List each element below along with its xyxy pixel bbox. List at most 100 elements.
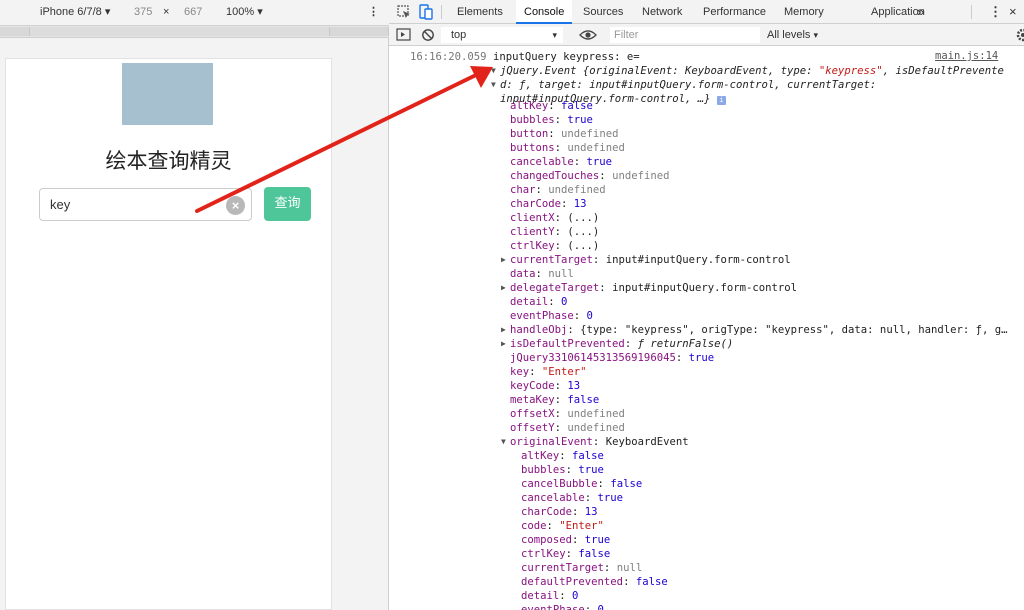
property-key: keyCode [510,380,555,392]
console-toolbar: top ▾ Filter All levels ▾ [389,24,1024,46]
property-separator: : [561,198,574,210]
query-input[interactable]: key [39,188,252,221]
tab-memory[interactable]: Memory [779,0,829,24]
more-options-icon[interactable]: ⋮ [368,0,379,25]
clear-icon[interactable]: × [226,196,245,215]
property-value: 0 [586,310,593,322]
tab-elements[interactable]: Elements [451,0,509,24]
property-key: bubbles [521,464,566,476]
property-value: (...) [567,226,600,238]
property-key: eventPhase [510,310,574,322]
close-icon[interactable]: × [1009,0,1017,24]
property-value: (...) [567,240,600,252]
property-row: altKey: false [521,449,604,463]
property-row: eventPhase: 0 [521,603,604,610]
filter-input[interactable]: Filter [610,27,760,43]
property-row[interactable]: ▶ delegateTarget: input#inputQuery.form-c… [501,281,797,295]
device-select[interactable]: iPhone 6/7/8 ▾ [40,0,110,25]
property-separator: : [573,310,587,322]
property-value: undefined [567,422,625,434]
collapse-triangle-icon[interactable]: ▶ [501,337,506,351]
sidebar-toggle-icon[interactable] [396,28,411,42]
property-row: ctrlKey: false [521,547,610,561]
property-key: cancelable [521,492,585,504]
expand-triangle-icon[interactable]: ▼ [491,78,496,92]
property-row[interactable]: ▼ originalEvent: KeyboardEvent [501,435,689,449]
property-value: KeyboardEvent [605,436,689,448]
device-height-field[interactable]: 667 [184,0,202,25]
tab-console[interactable]: Console [516,0,573,24]
device-toggle-icon[interactable] [419,4,433,20]
times-separator: × [163,6,170,18]
property-key: clientY [510,226,555,238]
more-tabs-icon[interactable]: » [912,0,929,24]
property-key: button [510,128,549,140]
property-value: 13 [584,506,598,518]
property-row: detail: 0 [510,295,567,309]
property-row: bubbles: true [521,463,604,477]
log-levels-select[interactable]: All levels ▾ [767,27,818,43]
property-separator: : [554,240,568,252]
caret-down-icon: ▾ [257,6,263,18]
property-row: char: undefined [510,183,606,197]
property-key: eventPhase [521,604,585,610]
log-levels-value: All levels [767,29,811,41]
property-separator: : [592,254,606,266]
property-value: true [688,352,715,364]
expand-triangle-icon[interactable]: ▼ [501,435,506,449]
property-row[interactable]: ▶ currentTarget: input#inputQuery.form-co… [501,253,791,267]
property-key: ctrlKey [521,548,566,560]
collapse-triangle-icon[interactable]: ▶ [501,281,506,295]
device-width-field[interactable]: 375 [134,0,152,25]
property-value: undefined [567,408,625,420]
property-key: char [510,184,536,196]
source-link[interactable]: main.js:14 [935,50,998,62]
property-separator: : [572,506,585,518]
property-key: bubbles [510,114,555,126]
clear-console-icon[interactable] [421,28,435,42]
summary-suffix: , isDefaultPrevente [882,65,1004,77]
eye-icon[interactable] [579,28,597,42]
tab-network[interactable]: Network [637,0,687,24]
property-row[interactable]: ▶ handleObj: {type: "keypress", origType:… [501,323,1008,337]
property-separator: : [624,338,638,350]
property-separator: : [554,226,568,238]
property-row[interactable]: ▶ isDefaultPrevented: ƒ returnFalse() [501,337,733,351]
expand-triangle-icon[interactable]: ▼ [491,64,496,78]
tab-sources[interactable]: Sources [578,0,628,24]
property-key: charCode [510,198,562,210]
app-title: 绘本查询精灵 [105,149,232,173]
search-button[interactable]: 查询 [264,187,311,221]
property-key: key [510,366,530,378]
devtools-panel: Elements Console Sources Network Perform… [389,0,1024,610]
property-separator: : [559,590,573,602]
collapse-triangle-icon[interactable]: ▶ [501,323,506,337]
inspect-element-icon[interactable] [397,5,411,19]
property-separator: : [565,464,579,476]
d-line-text: d: ƒ, target: input#inputQuery.form-cont… [500,79,877,91]
property-row: cancelBubble: false [521,477,642,491]
property-separator: : [554,142,568,154]
property-separator: : [554,114,568,126]
property-separator: : [592,436,606,448]
caret-down-icon: ▾ [552,30,557,40]
media-query-ruler[interactable] [0,25,389,38]
property-key: altKey [510,100,549,112]
property-separator: : [597,478,611,490]
property-row: code: "Enter" [521,519,604,533]
property-key: ctrlKey [510,240,555,252]
property-row: altKey: false [510,99,593,113]
property-separator: : [548,100,562,112]
devtools-menu-icon[interactable]: ⋮ [989,0,1002,24]
settings-gear-icon[interactable] [1016,28,1024,42]
info-icon[interactable]: i [716,96,726,105]
context-select[interactable]: top ▾ [441,27,563,43]
object-summary-line[interactable]: ▼ jQuery.Event {originalEvent: KeyboardE… [491,64,1004,78]
object-d-line: ▼ d: ƒ, target: input#inputQuery.form-co… [491,78,877,92]
zoom-select[interactable]: 100% ▾ [226,0,263,25]
property-value: undefined [548,184,606,196]
property-key: offsetY [510,422,555,434]
collapse-triangle-icon[interactable]: ▶ [501,253,506,267]
tab-performance[interactable]: Performance [698,0,771,24]
property-key: originalEvent [510,436,593,448]
